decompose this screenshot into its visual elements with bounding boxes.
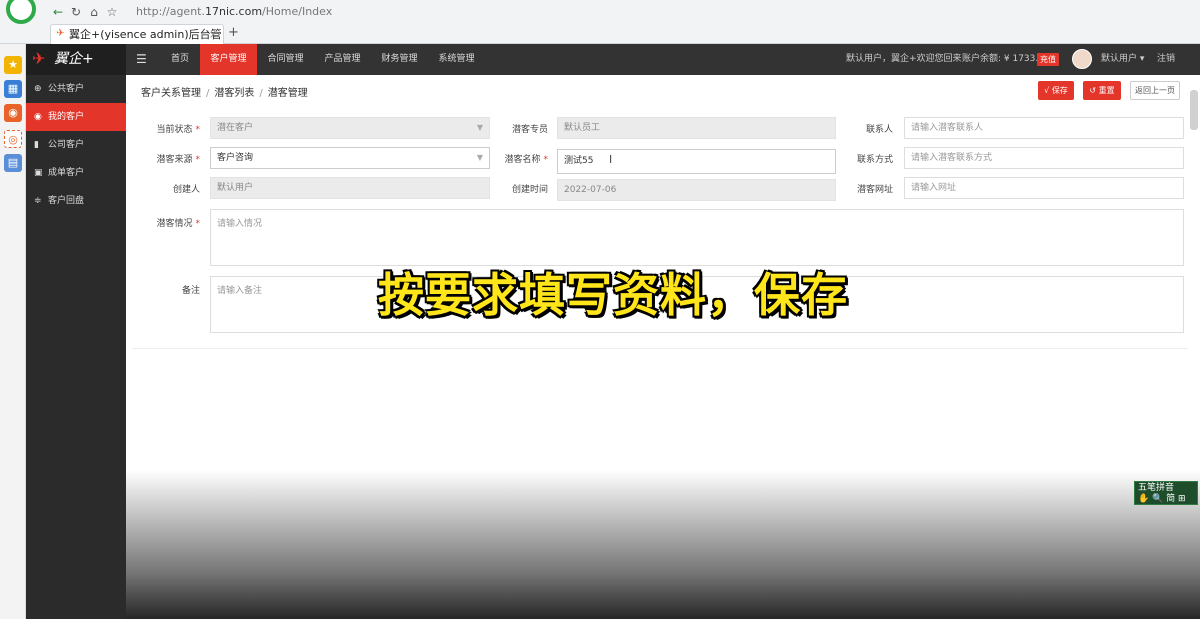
recharge-button[interactable]: 充值	[1037, 53, 1059, 66]
address-row: ← ↻ ⌂ ☆ http://agent.17nic.com/Home/Inde…	[44, 2, 1200, 22]
reload-icon[interactable]: ↻	[68, 4, 84, 20]
scrollbar[interactable]	[1190, 90, 1198, 130]
creator-label: 创建人	[172, 185, 200, 195]
calendar-icon[interactable]: ▦	[4, 80, 22, 98]
topnav-finance-management[interactable]: 财务管理	[371, 44, 428, 75]
topnav-home[interactable]: 首页	[160, 44, 200, 75]
sidebar-item-my-customers[interactable]: ◉ 我的客户	[26, 103, 126, 131]
source-select[interactable]: 客户咨询 ▼	[210, 147, 490, 169]
remark-label: 备注	[181, 286, 200, 296]
rep-field: 默认员工	[557, 117, 836, 139]
breadcrumb-lead-list[interactable]: 潜客列表	[214, 88, 254, 99]
user-menu[interactable]: 默认用户 ▾	[1101, 44, 1144, 75]
contact-method-input[interactable]: 请输入潜客联系方式	[904, 147, 1184, 169]
breadcrumb-lead-management: 潜客管理	[267, 88, 308, 99]
logo-text: 翼企+	[54, 51, 94, 67]
topnav-system-management[interactable]: 系统管理	[428, 44, 485, 75]
new-tab-button[interactable]: +	[228, 25, 239, 40]
topnav-product-management[interactable]: 产品管理	[314, 44, 371, 75]
contact-method-label: 联系方式	[856, 155, 893, 165]
ime-tools: ✋ 🔍 简 ⊞	[1138, 494, 1186, 504]
contact-label: 联系人	[865, 125, 893, 135]
welcome-text: 默认用户，翼企+欢迎您回来	[846, 54, 962, 64]
avatar[interactable]	[1072, 49, 1092, 69]
text-cursor-icon: I	[609, 153, 613, 166]
bookmark-star-icon[interactable]: ☆	[104, 4, 120, 20]
favicon-icon: ✈	[56, 28, 65, 39]
situation-label: 潜客情况 *	[156, 219, 200, 229]
created-at-label: 创建时间	[511, 185, 548, 195]
app-sidebar: ✈ 翼企+ ⊕ 公共客户 ◉ 我的客户 ▮ 公司客户 ▣ 成单客户 ≑ 客户回盘	[26, 44, 126, 619]
sidebar-item-closed-customers[interactable]: ▣ 成单客户	[26, 159, 126, 187]
video-bottom-shade	[126, 470, 1200, 619]
source-value: 客户咨询	[217, 153, 254, 163]
tab-admin[interactable]: ✈ 翼企+(yisence admin)后台管理 ×	[50, 24, 224, 60]
breadcrumb-separator: /	[206, 88, 210, 99]
target-icon[interactable]: ◎	[4, 130, 22, 148]
name-label: 潜客名称 *	[504, 155, 548, 165]
app-topbar: ☰ 首页 客户管理 合同管理 产品管理 财务管理 系统管理 默认用户，翼企+欢迎…	[126, 44, 1200, 75]
contact-input[interactable]: 请输入潜客联系人	[904, 117, 1184, 139]
picture-icon: ▣	[34, 168, 43, 178]
creator-field: 默认用户	[210, 177, 490, 199]
address-bar[interactable]: http://agent.17nic.com/Home/Index	[136, 4, 836, 20]
user-circle-icon: ◉	[34, 112, 42, 122]
favorites-star-icon[interactable]: ★	[4, 56, 22, 74]
sidebar-item-customer-review[interactable]: ≑ 客户回盘	[26, 187, 126, 215]
created-at-field: 2022-07-06	[557, 179, 836, 201]
tab-strip: ✈ 翼企+(yisence admin)后台管理 × +	[44, 24, 1200, 60]
breadcrumb-crm[interactable]: 客户关系管理	[141, 88, 201, 99]
back-button[interactable]: 返回上一页	[1130, 81, 1180, 100]
globe-icon: ⊕	[34, 84, 42, 94]
browser-logo-icon[interactable]	[6, 0, 36, 24]
name-value: 测试55	[564, 156, 594, 166]
status-select[interactable]: 潜在客户 ▼	[210, 117, 490, 139]
sidebar-item-label: 我的客户	[48, 112, 85, 122]
ime-toolbar[interactable]: 五笔拼音 ✋ 🔍 简 ⊞	[1134, 481, 1198, 505]
tab-close-icon[interactable]: ×	[209, 25, 218, 44]
sidebar-item-label: 公司客户	[48, 140, 85, 150]
website-input[interactable]: 请输入网址	[904, 177, 1184, 199]
rep-label: 潜客专员	[511, 125, 548, 135]
sidebar-item-label: 成单客户	[48, 168, 85, 178]
url-path: /Home/Index	[262, 5, 333, 18]
sidebar-item-label: 公共客户	[48, 84, 85, 94]
menu-toggle-icon[interactable]: ☰	[136, 44, 150, 75]
breadcrumb-separator: /	[259, 88, 263, 99]
sliders-icon: ≑	[34, 196, 42, 206]
topnav-customer-management[interactable]: 客户管理	[200, 44, 257, 75]
weibo-icon[interactable]: ◉	[4, 104, 22, 122]
sidebar-item-label: 客户回盘	[48, 196, 85, 206]
browser-toolbar: ← ↻ ⌂ ☆ http://agent.17nic.com/Home/Inde…	[0, 0, 1200, 60]
logout-link[interactable]: 注销	[1157, 44, 1175, 75]
reset-button[interactable]: ↺ 重置	[1083, 81, 1121, 100]
video-caption: 按要求填写资料，保存	[378, 268, 848, 322]
situation-textarea[interactable]: 请输入情况	[210, 209, 1184, 266]
home-icon[interactable]: ⌂	[86, 4, 102, 20]
status-label: 当前状态 *	[156, 125, 200, 135]
name-input[interactable]: 测试55	[557, 149, 836, 174]
source-label: 潜客来源 *	[156, 155, 200, 165]
sidebar-item-company-customers[interactable]: ▮ 公司客户	[26, 131, 126, 159]
document-icon[interactable]: ▤	[4, 154, 22, 172]
bar-chart-icon: ▮	[34, 140, 39, 150]
browser-side-dock: ★ ▦ ◉ ◎ ▤	[0, 44, 26, 619]
topnav-contract-management[interactable]: 合同管理	[257, 44, 314, 75]
ime-title: 五笔拼音	[1138, 483, 1175, 493]
website-label: 潜客网址	[856, 185, 893, 195]
app-logo[interactable]: ✈ 翼企+	[26, 44, 126, 75]
url-prefix: http://agent.	[136, 5, 205, 18]
breadcrumb: 客户关系管理 / 潜客列表 / 潜客管理	[141, 84, 308, 99]
logo-mark-icon: ✈	[32, 49, 46, 68]
sidebar-item-public-customers[interactable]: ⊕ 公共客户	[26, 75, 126, 103]
save-button[interactable]: √ 保存	[1038, 81, 1074, 100]
status-value: 潜在客户	[217, 123, 254, 133]
back-icon[interactable]: ←	[50, 4, 66, 20]
url-domain: 17nic.com	[204, 5, 263, 18]
